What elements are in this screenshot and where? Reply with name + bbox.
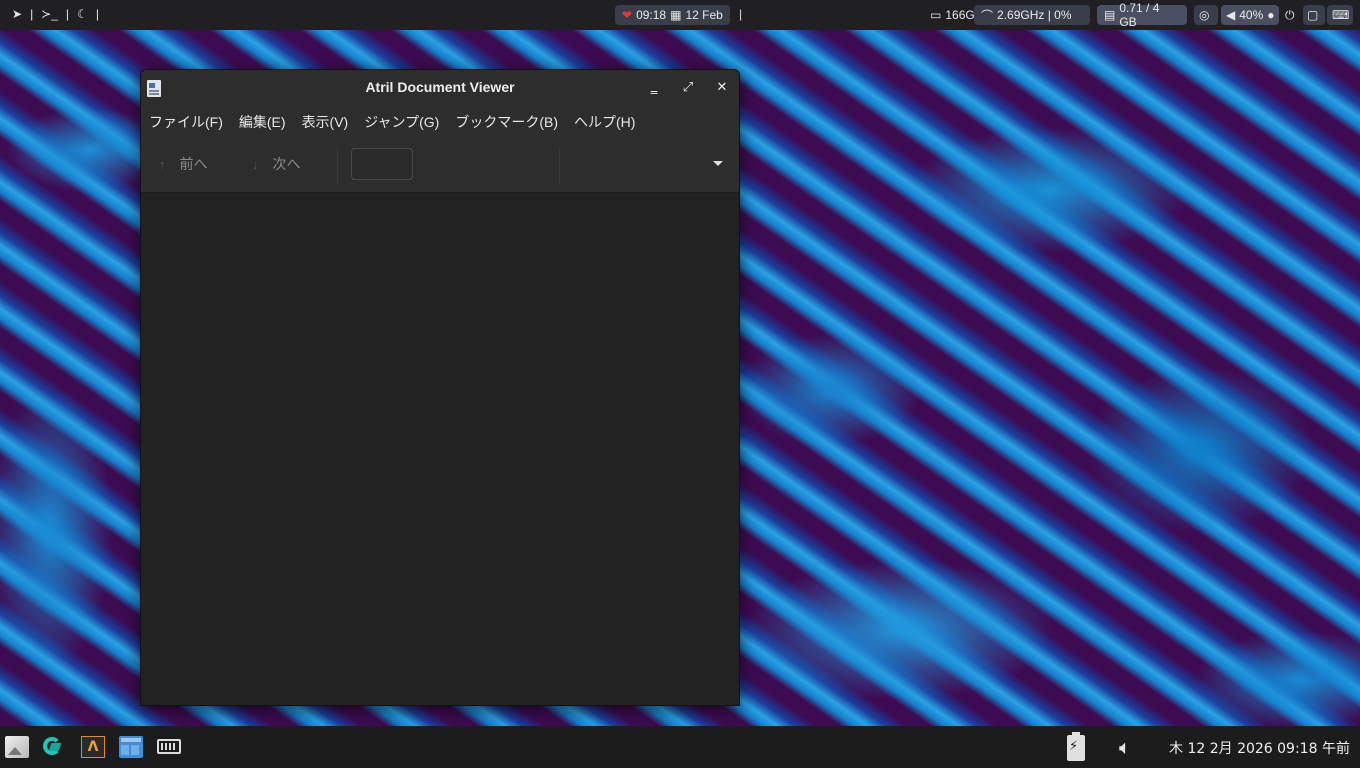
memory-value: 0.71 / 4 GB bbox=[1119, 1, 1160, 29]
cpu-value: 2.69GHz | 0% bbox=[997, 8, 1072, 22]
arrow-down-icon: ↓ bbox=[252, 156, 259, 172]
toolbar: ↑ 前へ ↓ 次へ bbox=[141, 138, 739, 193]
menu-file[interactable]: ファイル(F) bbox=[141, 112, 231, 132]
page-number-input[interactable] bbox=[351, 148, 413, 180]
window-titlebar[interactable]: Atril Document Viewer ‗ ⤢ ✕ bbox=[141, 70, 739, 106]
keyboard-icon: ⌨ bbox=[1332, 8, 1350, 22]
clock-date: 12 Feb bbox=[685, 8, 723, 22]
speaker-icon: ◀ bbox=[1226, 8, 1236, 22]
arrow-up-icon: ↑ bbox=[159, 156, 166, 172]
monitor-icon: ▢ bbox=[1307, 8, 1319, 22]
clock-time: 09:18 bbox=[636, 8, 667, 22]
disk-widget[interactable]: ▭ 166G bbox=[926, 5, 975, 25]
memory-widget[interactable]: ▤ 0.71 / 4 GB bbox=[1097, 1, 1187, 29]
atril-window: Atril Document Viewer ‗ ⤢ ✕ ファイル(F) 編集(E… bbox=[140, 69, 740, 706]
keyboard-launcher-icon[interactable] bbox=[157, 739, 181, 754]
menu-go[interactable]: ジャンプ(G) bbox=[356, 112, 447, 132]
heart-icon: ❤ bbox=[622, 8, 633, 22]
menu-bookmarks[interactable]: ブックマーク(B) bbox=[447, 112, 566, 132]
clock-widget[interactable]: ❤ 09:18 ▦ 12 Feb bbox=[615, 5, 730, 25]
maximize-button[interactable]: ⤢ bbox=[678, 78, 698, 98]
display-widget[interactable]: ▢ bbox=[1303, 5, 1325, 25]
separator: | bbox=[739, 7, 743, 21]
bottom-panel: 🔈︎ 木 12 2月 2026 09:18 午前 bbox=[0, 726, 1360, 768]
battery-charging-icon[interactable] bbox=[1067, 732, 1085, 761]
minimize-button[interactable]: ‗ bbox=[644, 78, 664, 98]
separator: | bbox=[30, 7, 34, 21]
chevron-down-icon bbox=[713, 161, 723, 166]
toolbar-separator bbox=[337, 148, 338, 184]
memory-icon: ▤ bbox=[1104, 8, 1116, 22]
code-editor-launcher-icon[interactable] bbox=[42, 736, 66, 758]
document-view[interactable] bbox=[141, 193, 739, 705]
previous-page-button[interactable]: ↑ 前へ bbox=[159, 154, 208, 174]
cpu-icon: ⌒ bbox=[981, 8, 994, 23]
keyboard-widget[interactable]: ⌨ bbox=[1327, 5, 1353, 25]
zoom-dropdown[interactable] bbox=[559, 148, 739, 180]
disk-value: 166G bbox=[945, 8, 975, 22]
volume-value: 40% bbox=[1239, 8, 1264, 22]
microphone-icon: ● bbox=[1267, 8, 1275, 22]
volume-widget[interactable]: ◀ 40% ● bbox=[1221, 5, 1279, 25]
terminal-launcher-icon[interactable] bbox=[81, 736, 105, 758]
cpu-widget[interactable]: ⌒ 2.69GHz | 0% bbox=[974, 5, 1090, 25]
volume-icon[interactable]: 🔈︎ bbox=[1119, 735, 1131, 759]
terminal-icon[interactable]: ≻_ bbox=[41, 7, 58, 21]
next-label: 次へ bbox=[272, 156, 301, 172]
menu-edit[interactable]: 編集(E) bbox=[231, 112, 294, 132]
separator: | bbox=[95, 7, 99, 21]
next-page-button[interactable]: ↓ 次へ bbox=[252, 154, 301, 174]
night-mode-icon[interactable]: ☾ bbox=[77, 7, 88, 21]
top-panel-left: ➤ | ≻_ | ☾ | bbox=[12, 7, 99, 21]
privacy-widget[interactable]: ◎ bbox=[1194, 5, 1218, 25]
power-widget[interactable]: ⏻ bbox=[1281, 5, 1301, 25]
separator: | bbox=[65, 7, 70, 21]
window-manager-launcher-icon[interactable] bbox=[119, 736, 143, 758]
disk-icon: ▭ bbox=[930, 8, 942, 22]
menu-bar: ファイル(F) 編集(E) 表示(V) ジャンプ(G) ブックマーク(B) ヘル… bbox=[141, 106, 739, 138]
eye-off-icon: ◎ bbox=[1199, 8, 1210, 22]
panel-clock[interactable]: 木 12 2月 2026 09:18 午前 bbox=[1169, 738, 1350, 758]
send-icon[interactable]: ➤ bbox=[12, 7, 22, 21]
top-panel: ➤ | ≻_ | ☾ | ❤ 09:18 ▦ 12 Feb | ▭ 166G ⌒… bbox=[0, 0, 1360, 30]
files-launcher-icon[interactable] bbox=[5, 736, 29, 758]
calendar-icon: ▦ bbox=[670, 8, 682, 22]
menu-help[interactable]: ヘルプ(H) bbox=[566, 112, 643, 132]
previous-label: 前へ bbox=[179, 156, 208, 172]
power-icon: ⏻ bbox=[1285, 7, 1295, 22]
menu-view[interactable]: 表示(V) bbox=[294, 112, 357, 132]
close-button[interactable]: ✕ bbox=[712, 78, 732, 98]
